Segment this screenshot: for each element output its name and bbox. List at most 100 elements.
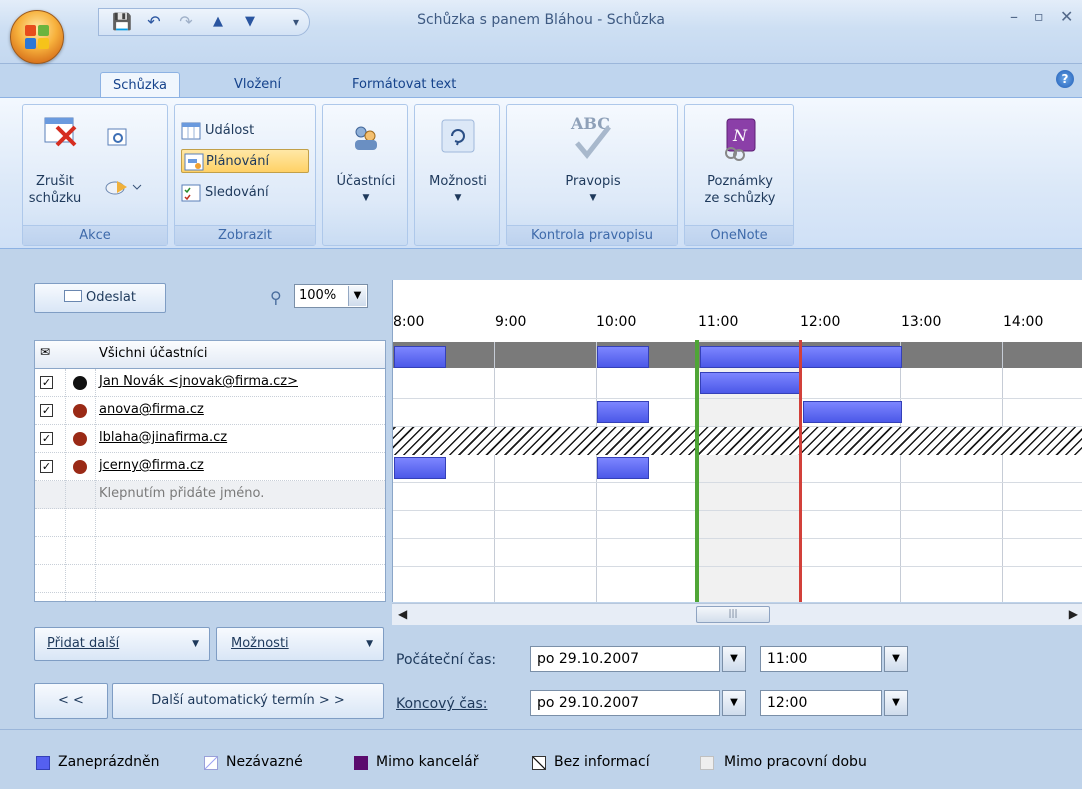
busy-block — [394, 346, 446, 368]
add-others-label: Přidat další — [47, 636, 120, 651]
zoom-dropdown-icon[interactable]: ▼ — [348, 286, 366, 306]
view-udalost-label: Událost — [205, 123, 255, 138]
end-time-dropdown-icon[interactable]: ▼ — [884, 690, 908, 716]
maximize-icon[interactable]: ▫ — [1034, 9, 1044, 25]
legend-out-of-office-label: Mimo kancelář — [376, 754, 479, 770]
tab-vlozeni[interactable]: Vložení — [222, 72, 293, 99]
add-others-button[interactable]: Přidat další ▼ — [34, 627, 210, 661]
start-date-dropdown-icon[interactable]: ▼ — [722, 646, 746, 672]
forward-icon[interactable] — [105, 175, 145, 197]
column-divider — [95, 369, 96, 601]
cancel-meeting-button[interactable]: Zrušit schůzku — [27, 173, 83, 207]
freebusy-grid[interactable]: 8:00 9:00 10:00 11:00 12:00 13:00 14:00 — [392, 280, 1082, 602]
options-icon — [441, 119, 475, 153]
organizer-icon — [73, 376, 87, 390]
attendees-label: Účastníci — [336, 174, 396, 189]
view-sledovani-button[interactable]: Sledování — [179, 181, 269, 205]
attendee-checkbox[interactable]: ✓ — [40, 376, 53, 389]
end-time-field[interactable]: 12:00 — [760, 690, 882, 716]
response-column-icon: ✉ — [40, 345, 51, 359]
options-dropdown-button[interactable]: Možnosti ▼ — [216, 627, 384, 661]
zoom-icon: ⚲ — [270, 288, 282, 307]
add-attendee-placeholder[interactable]: Klepnutím přidáte jméno. — [99, 486, 264, 501]
hour-label: 9:00 — [495, 314, 527, 330]
group-akce: Zrušit schůzku Akce — [22, 104, 168, 246]
zoom-select[interactable]: 100% ▼ — [294, 284, 368, 308]
spelling-dropdown-icon: ▼ — [589, 193, 597, 203]
attendee-name[interactable]: jcerny@firma.cz — [99, 458, 204, 473]
attendee-row[interactable]: ✓ Jan Novák <jnovak@firma.cz> — [35, 369, 385, 397]
hour-label: 8:00 — [393, 314, 425, 330]
attendee-checkbox[interactable]: ✓ — [40, 460, 53, 473]
tracking-icon — [181, 184, 201, 211]
office-button[interactable] — [10, 10, 64, 64]
add-attendee-row[interactable]: Klepnutím přidáte jméno. — [35, 481, 385, 509]
scheduling-icon — [184, 153, 204, 180]
hour-gridline — [900, 342, 901, 602]
start-time-dropdown-icon[interactable]: ▼ — [884, 646, 908, 672]
legend: Zaneprázdněn Nezávazné Mimo kancelář Bez… — [0, 729, 1082, 789]
options-dropdown-icon: ▼ — [454, 193, 462, 203]
row-gridline — [393, 538, 1082, 539]
attendee-row[interactable]: ✓ lblaha@jinafirma.cz — [35, 425, 385, 453]
meeting-end-line[interactable] — [799, 340, 802, 602]
required-attendee-icon — [73, 404, 87, 418]
attendee-name[interactable]: lblaha@jinafirma.cz — [99, 430, 227, 445]
end-date-dropdown-icon[interactable]: ▼ — [722, 690, 746, 716]
hour-gridline — [1002, 342, 1003, 602]
attendees-button[interactable]: Účastníci ▼ — [325, 173, 407, 207]
hour-label: 11:00 — [698, 314, 739, 330]
spelling-button[interactable]: Pravopis ▼ — [509, 173, 677, 207]
tab-schuzka[interactable]: Schůzka — [100, 72, 180, 99]
timeline-scrollbar[interactable]: ◀ ||| ▶ — [392, 603, 1082, 625]
ribbon-tabs: Schůzka Vložení Formátovat text ? — [0, 64, 1082, 99]
end-date-field[interactable]: po 29.10.2007 — [530, 690, 720, 716]
group-spelling-label: Kontrola pravopisu — [507, 225, 677, 245]
empty-row — [35, 509, 385, 537]
group-zobrazit-label: Zobrazit — [175, 225, 315, 245]
row-gridline — [393, 510, 1082, 511]
attendee-row[interactable]: ✓ anova@firma.cz — [35, 397, 385, 425]
attendee-checkbox[interactable]: ✓ — [40, 432, 53, 445]
legend-no-info-swatch — [532, 756, 546, 770]
view-planovani-label: Plánování — [206, 154, 270, 169]
send-button[interactable]: Odeslat — [34, 283, 166, 313]
attendee-checkbox[interactable]: ✓ — [40, 404, 53, 417]
meeting-start-line[interactable] — [695, 340, 699, 602]
hour-label: 13:00 — [901, 314, 942, 330]
help-icon[interactable]: ? — [1056, 70, 1074, 88]
scroll-right-icon[interactable]: ▶ — [1069, 607, 1078, 621]
attendees-dropdown-icon: ▼ — [362, 193, 370, 203]
onenote-icon: N — [721, 117, 761, 161]
view-planovani-button[interactable]: Plánování — [181, 149, 309, 173]
send-label: Odeslat — [86, 290, 136, 305]
meeting-notes-button[interactable]: Poznámky ze schůzky — [687, 173, 793, 207]
next-autopick-button[interactable]: Další automatický termín > > — [112, 683, 384, 719]
group-akce-label: Akce — [23, 225, 167, 245]
busy-block — [597, 401, 649, 423]
group-zobrazit: Událost Plánování Sledování Zobrazit — [174, 104, 316, 246]
zoom-value: 100% — [299, 288, 337, 303]
row-gridline — [393, 482, 1082, 483]
tab-formatovat-text[interactable]: Formátovat text — [340, 72, 468, 99]
busy-block — [597, 457, 649, 479]
scroll-left-icon[interactable]: ◀ — [398, 607, 407, 621]
attendee-name[interactable]: anova@firma.cz — [99, 402, 204, 417]
scroll-thumb[interactable]: ||| — [696, 606, 770, 623]
view-udalost-button[interactable]: Událost — [179, 119, 254, 143]
attendee-name[interactable]: Jan Novák <jnovak@firma.cz> — [99, 374, 298, 389]
attendee-row[interactable]: ✓ jcerny@firma.cz — [35, 453, 385, 481]
hour-label: 14:00 — [1003, 314, 1044, 330]
close-icon[interactable]: ✕ — [1060, 7, 1073, 26]
start-time-field[interactable]: 11:00 — [760, 646, 882, 672]
office-logo-icon — [25, 25, 51, 51]
options-button[interactable]: Možnosti ▼ — [417, 173, 499, 207]
minimize-icon[interactable]: – — [1010, 7, 1018, 26]
hour-label: 10:00 — [596, 314, 637, 330]
options-button-dropdown-icon: ▼ — [366, 639, 373, 649]
start-date-field[interactable]: po 29.10.2007 — [530, 646, 720, 672]
legend-busy-label: Zaneprázdněn — [58, 754, 160, 770]
row-gridline — [393, 566, 1082, 567]
calendar-view-icon[interactable] — [107, 127, 129, 149]
previous-autopick-button[interactable]: < < — [34, 683, 108, 719]
